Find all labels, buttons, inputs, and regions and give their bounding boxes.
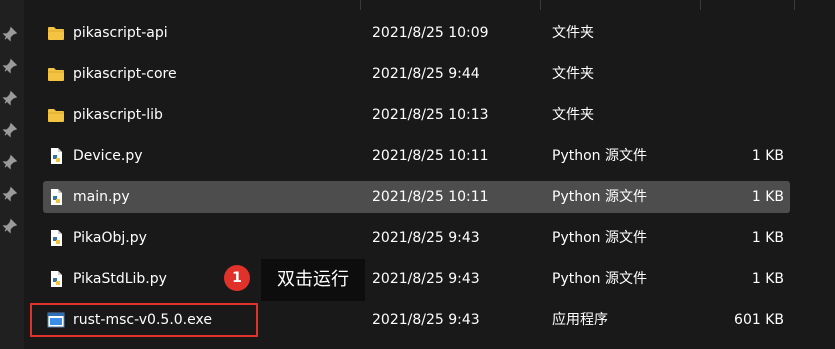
file-size: 1 KB bbox=[751, 230, 784, 246]
python-file-icon bbox=[51, 271, 62, 287]
file-size: 601 KB bbox=[734, 312, 784, 328]
file-type: 应用程序 bbox=[552, 312, 608, 328]
file-name: pikascript-lib bbox=[73, 107, 163, 123]
file-row-python-selected[interactable]: main.py 2021/8/25 10:11 Python 源文件 1 KB bbox=[43, 181, 790, 213]
file-type: Python 源文件 bbox=[552, 189, 647, 205]
file-date: 2021/8/25 10:11 bbox=[372, 148, 489, 164]
folder-icon bbox=[48, 68, 64, 81]
pin-icon[interactable] bbox=[2, 154, 18, 170]
file-date: 2021/8/25 10:11 bbox=[372, 189, 489, 205]
folder-icon bbox=[48, 109, 64, 122]
file-size: 1 KB bbox=[751, 271, 784, 287]
python-file-icon bbox=[51, 148, 62, 164]
folder-icon bbox=[48, 27, 64, 40]
file-row-folder[interactable]: pikascript-lib 2021/8/25 10:13 文件夹 bbox=[43, 99, 790, 131]
python-file-icon bbox=[51, 189, 62, 205]
pin-icon[interactable] bbox=[2, 26, 18, 42]
file-name: main.py bbox=[73, 189, 130, 205]
file-type: Python 源文件 bbox=[552, 230, 647, 246]
file-row-folder[interactable]: pikascript-api 2021/8/25 10:09 文件夹 bbox=[43, 17, 790, 49]
file-row-python[interactable]: PikaObj.py 2021/8/25 9:43 Python 源文件 1 K… bbox=[43, 222, 790, 254]
pin-icon[interactable] bbox=[2, 122, 18, 138]
file-type: Python 源文件 bbox=[552, 271, 647, 287]
file-row-folder[interactable]: pikascript-core 2021/8/25 9:44 文件夹 bbox=[43, 58, 790, 90]
column-divider[interactable] bbox=[794, 0, 795, 10]
file-date: 2021/8/25 9:44 bbox=[372, 66, 480, 82]
column-divider[interactable] bbox=[540, 0, 541, 10]
file-type: 文件夹 bbox=[552, 66, 594, 82]
file-name: pikascript-core bbox=[73, 66, 177, 82]
column-divider[interactable] bbox=[360, 0, 361, 10]
python-file-icon bbox=[51, 230, 62, 246]
file-date: 2021/8/25 9:43 bbox=[372, 271, 480, 287]
file-type: 文件夹 bbox=[552, 25, 594, 41]
step-badge: 1 bbox=[224, 265, 250, 291]
file-size: 1 KB bbox=[751, 189, 784, 205]
file-name: pikascript-api bbox=[73, 25, 168, 41]
file-row-python[interactable]: PikaStdLib.py 2021/8/25 9:43 Python 源文件 … bbox=[43, 263, 790, 295]
column-header-dividers bbox=[24, 0, 835, 10]
file-date: 2021/8/25 10:09 bbox=[372, 25, 489, 41]
file-name: PikaStdLib.py bbox=[73, 271, 167, 287]
file-name: PikaObj.py bbox=[73, 230, 147, 246]
column-divider[interactable] bbox=[700, 0, 701, 10]
pin-icon[interactable] bbox=[2, 218, 18, 234]
file-type: 文件夹 bbox=[552, 107, 594, 123]
file-date: 2021/8/25 9:43 bbox=[372, 312, 480, 328]
exe-highlight-box bbox=[30, 303, 258, 337]
file-date: 2021/8/25 9:43 bbox=[372, 230, 480, 246]
file-type: Python 源文件 bbox=[552, 148, 647, 164]
file-row-python[interactable]: Device.py 2021/8/25 10:11 Python 源文件 1 K… bbox=[43, 140, 790, 172]
quick-access-sidebar bbox=[0, 0, 24, 349]
pin-icon[interactable] bbox=[2, 58, 18, 74]
file-name: Device.py bbox=[73, 148, 143, 164]
file-size: 1 KB bbox=[751, 148, 784, 164]
file-date: 2021/8/25 10:13 bbox=[372, 107, 489, 123]
pin-icon[interactable] bbox=[2, 90, 18, 106]
annotation-tooltip: 双击运行 bbox=[261, 259, 365, 301]
pin-icon[interactable] bbox=[2, 186, 18, 202]
